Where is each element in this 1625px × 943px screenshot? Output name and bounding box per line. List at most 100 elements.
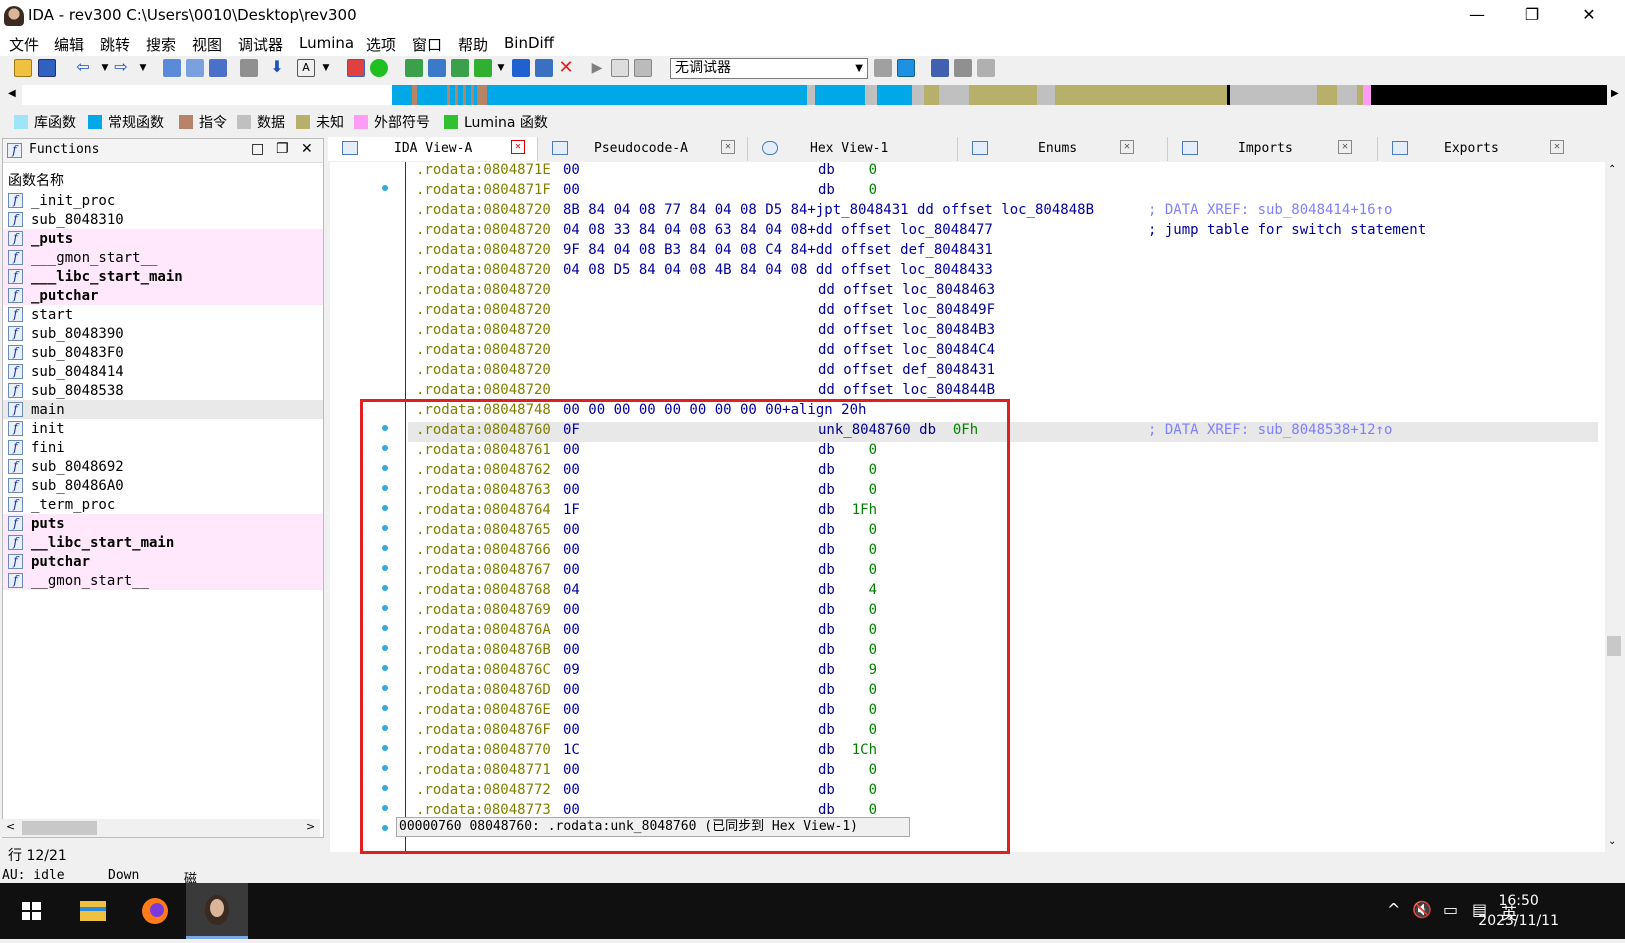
function-list-item[interactable]: f _term_proc: [3, 495, 323, 514]
tab-pseudocode-a[interactable]: Pseudocode-A ✕: [538, 137, 748, 161]
function-list-item[interactable]: f _puts: [3, 229, 323, 248]
add-struct-icon[interactable]: [474, 59, 492, 77]
function-list-item[interactable]: f start: [3, 305, 323, 324]
edit-icon[interactable]: [535, 59, 553, 77]
menu-bindiff[interactable]: BinDiff: [504, 34, 554, 52]
stop-icon[interactable]: [634, 59, 652, 77]
back-icon[interactable]: ⇦: [74, 59, 92, 77]
tab-close-icon[interactable]: ✕: [1550, 140, 1564, 154]
add-code-icon[interactable]: [428, 59, 446, 77]
breakpoint-icon[interactable]: [954, 59, 972, 77]
tab-close-icon[interactable]: ✕: [721, 140, 735, 154]
function-list-item[interactable]: f sub_8048310: [3, 210, 323, 229]
menu-file[interactable]: 文件: [9, 34, 39, 55]
copy-icon[interactable]: [163, 59, 181, 77]
start-button[interactable]: [0, 883, 62, 939]
scroll-up-icon[interactable]: ⌃: [1608, 164, 1616, 175]
disasm-line[interactable]: .rodata:08048720 dd offset loc_80484C4: [408, 342, 1598, 362]
close-button[interactable]: ✕: [1565, 0, 1613, 32]
disasm-line[interactable]: .rodata:08048720 dd offset def_8048431: [408, 362, 1598, 382]
volume-muted-icon[interactable]: 🔇: [1412, 900, 1432, 919]
function-list-item[interactable]: f __gmon_start__: [3, 571, 323, 590]
bookmark-icon[interactable]: [512, 59, 530, 77]
panel-maximize-icon[interactable]: □: [251, 141, 264, 157]
breakpoint-dot-icon[interactable]: [382, 185, 388, 191]
graph-icon[interactable]: [347, 59, 365, 77]
menu-debugger[interactable]: 调试器: [238, 34, 283, 55]
struct-dropdown-icon[interactable]: ▼: [492, 59, 510, 77]
disassembly-vertical-scrollbar[interactable]: ⌃ ⌄: [1605, 162, 1623, 852]
menu-search[interactable]: 搜索: [146, 34, 176, 55]
disasm-line[interactable]: .rodata:0804871F 00 db 0: [382, 182, 1598, 202]
disasm-line[interactable]: .rodata:08048720 04 08 D5 84 04 08 4B 84 …: [408, 262, 1598, 282]
menu-window[interactable]: 窗口: [412, 34, 442, 55]
menu-edit[interactable]: 编辑: [54, 34, 84, 55]
function-list-item[interactable]: f putchar: [3, 552, 323, 571]
pause-icon[interactable]: [611, 59, 629, 77]
open-icon[interactable]: [14, 59, 32, 77]
save-icon[interactable]: [38, 59, 56, 77]
function-list-item[interactable]: f sub_8048692: [3, 457, 323, 476]
tab-close-icon[interactable]: ✕: [1120, 140, 1134, 154]
disasm-line[interactable]: .rodata:08048720 8B 84 04 08 77 84 04 08 …: [408, 202, 1598, 222]
firefox-icon[interactable]: [124, 883, 186, 939]
paste-icon[interactable]: [186, 59, 204, 77]
network-icon[interactable]: ▭: [1443, 900, 1458, 919]
function-list-item[interactable]: f sub_8048414: [3, 362, 323, 381]
taskbar-clock[interactable]: 16:50 2023/11/11: [1478, 891, 1559, 931]
tab-exports[interactable]: Exports ✕: [1378, 137, 1620, 161]
disasm-line[interactable]: .rodata:08048720 dd offset loc_8048463: [408, 282, 1598, 302]
scroll-down-icon[interactable]: ⌄: [1608, 836, 1616, 847]
forward-dropdown-icon[interactable]: ▼: [134, 59, 152, 77]
function-list-item[interactable]: f fini: [3, 438, 323, 457]
navigation-strip[interactable]: [22, 85, 1607, 105]
function-list-item[interactable]: f _init_proc: [3, 191, 323, 210]
calculator-icon[interactable]: [931, 59, 949, 77]
function-list-item[interactable]: f sub_8048390: [3, 324, 323, 343]
function-list-item[interactable]: f ___gmon_start__: [3, 248, 323, 267]
function-list-item[interactable]: f _putchar: [3, 286, 323, 305]
function-list-item[interactable]: f sub_80483F0: [3, 343, 323, 362]
text-icon[interactable]: A: [297, 59, 315, 77]
tab-imports[interactable]: Imports ✕: [1168, 137, 1378, 161]
scroll-thumb[interactable]: [22, 821, 97, 835]
close-red-icon[interactable]: ✕: [557, 59, 575, 77]
sync-icon[interactable]: [897, 59, 915, 77]
run-icon[interactable]: ▶: [588, 59, 606, 77]
disasm-line[interactable]: .rodata:08048720 9F 84 04 08 B3 84 04 08 …: [408, 242, 1598, 262]
function-list-item[interactable]: f init: [3, 419, 323, 438]
add-data-icon[interactable]: [451, 59, 469, 77]
disasm-line[interactable]: .rodata:08048720 dd offset loc_80484B3: [408, 322, 1598, 342]
menu-view[interactable]: 视图: [192, 34, 222, 55]
forward-icon[interactable]: ⇨: [112, 59, 130, 77]
panel-float-icon[interactable]: ❐: [276, 141, 289, 157]
menu-options[interactable]: 选项: [366, 34, 396, 55]
debugger-select[interactable]: 无调试器 ▼: [670, 58, 868, 79]
breakpoint-del-icon[interactable]: [977, 59, 995, 77]
scroll-thumb[interactable]: [1607, 636, 1621, 656]
minimize-button[interactable]: —: [1453, 0, 1501, 32]
scroll-right-icon[interactable]: >: [306, 820, 315, 833]
attach-icon[interactable]: [874, 59, 892, 77]
nav-left-arrow-icon[interactable]: ◀: [8, 88, 16, 99]
menu-lumina[interactable]: Lumina: [299, 34, 354, 52]
binary-icon[interactable]: [209, 59, 227, 77]
text-dropdown-icon[interactable]: ▼: [317, 59, 335, 77]
disasm-line[interactable]: .rodata:0804871E 00 db 0: [408, 162, 1598, 182]
add-icon[interactable]: [405, 59, 423, 77]
jump-down-icon[interactable]: ⬇: [268, 59, 286, 77]
green-ball-icon[interactable]: [370, 59, 388, 77]
function-list-item[interactable]: f sub_80486A0: [3, 476, 323, 495]
tray-expand-icon[interactable]: ^: [1387, 900, 1400, 919]
function-list-item[interactable]: f sub_8048538: [3, 381, 323, 400]
function-list-item[interactable]: f __libc_start_main: [3, 533, 323, 552]
menu-jump[interactable]: 跳转: [100, 34, 130, 55]
ida-taskbar-icon[interactable]: [186, 883, 248, 939]
file-explorer-icon[interactable]: [62, 883, 124, 939]
panel-close-icon[interactable]: ✕: [301, 141, 313, 157]
functions-horizontal-scrollbar[interactable]: < >: [2, 819, 320, 837]
script-icon[interactable]: [240, 59, 258, 77]
menu-help[interactable]: 帮助: [458, 34, 488, 55]
function-list-item[interactable]: f ___libc_start_main: [3, 267, 323, 286]
scroll-left-icon[interactable]: <: [6, 820, 15, 833]
